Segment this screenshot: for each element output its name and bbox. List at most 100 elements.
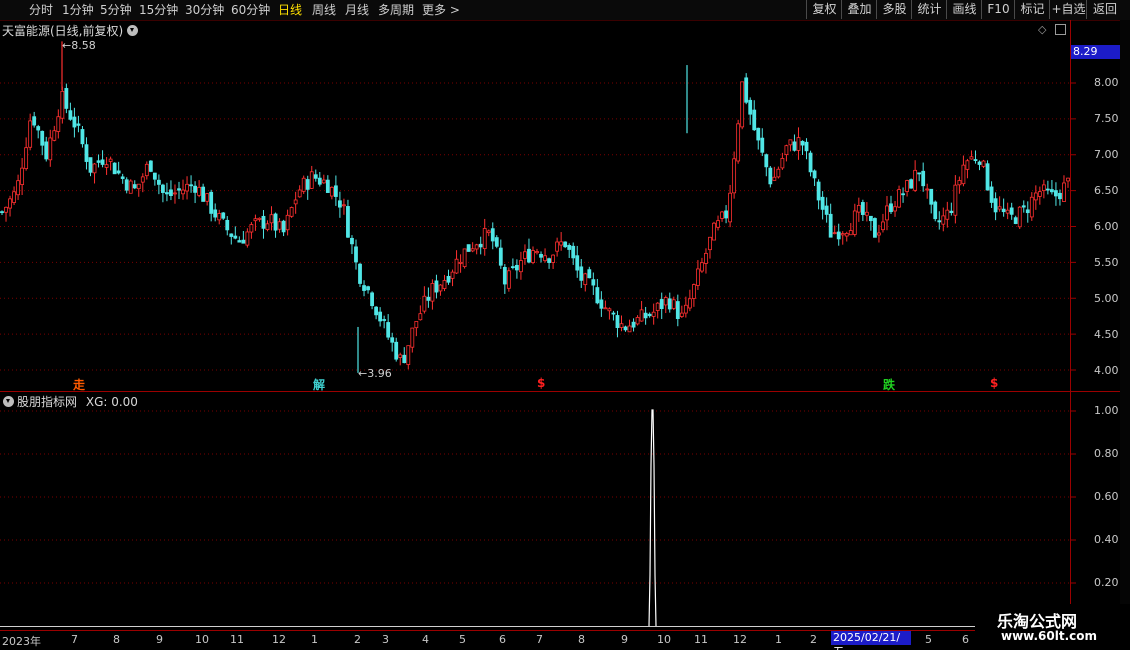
candle-body bbox=[309, 171, 314, 189]
candle-body bbox=[136, 183, 141, 190]
candle-body bbox=[68, 110, 73, 120]
candle-body bbox=[981, 160, 986, 167]
candle-body bbox=[354, 246, 358, 263]
candle-body bbox=[490, 228, 495, 242]
candle-body bbox=[953, 184, 958, 216]
candle-body bbox=[60, 90, 65, 119]
candle-body bbox=[728, 192, 732, 223]
chevron-down-icon[interactable] bbox=[127, 25, 139, 36]
candle-body bbox=[189, 184, 193, 187]
candle-body bbox=[329, 186, 334, 197]
candle-body bbox=[418, 313, 423, 321]
candle-body bbox=[24, 147, 29, 170]
candle-body bbox=[52, 130, 57, 141]
time-tick: 5 bbox=[925, 633, 932, 646]
candle-body bbox=[185, 183, 189, 192]
candle-body bbox=[820, 196, 825, 210]
candle-body bbox=[828, 213, 833, 238]
candle-body bbox=[844, 232, 849, 237]
candle-body bbox=[181, 189, 185, 195]
candle-body bbox=[410, 327, 415, 348]
candle-body bbox=[909, 179, 914, 189]
time-tick: 8 bbox=[578, 633, 585, 646]
candle-body bbox=[675, 301, 680, 319]
candle-body bbox=[615, 315, 620, 328]
candle-body bbox=[48, 137, 53, 161]
diamond-icon[interactable]: ◇ bbox=[1038, 23, 1046, 36]
candle-body bbox=[555, 241, 560, 252]
candle-body bbox=[398, 354, 403, 358]
candle-body bbox=[482, 228, 487, 250]
candle-body bbox=[627, 325, 632, 333]
chevron-down-icon[interactable] bbox=[3, 396, 14, 407]
candle-body bbox=[993, 198, 998, 213]
candle-body bbox=[486, 230, 491, 234]
candle-body bbox=[595, 287, 600, 304]
candle-body bbox=[961, 164, 966, 185]
candle-body bbox=[350, 237, 354, 245]
candle-body bbox=[989, 186, 994, 203]
candle-body bbox=[144, 163, 149, 177]
candle-body bbox=[342, 204, 346, 207]
candle-body bbox=[88, 157, 93, 173]
candle-body bbox=[696, 268, 700, 286]
candle-body bbox=[973, 159, 978, 162]
time-tick: 8 bbox=[113, 633, 120, 646]
candle-body bbox=[531, 250, 535, 263]
candle-body bbox=[667, 298, 672, 310]
candle-body bbox=[571, 245, 576, 259]
candle-body bbox=[671, 299, 676, 309]
candle-body bbox=[921, 170, 926, 187]
candle-body bbox=[386, 322, 391, 338]
time-tick: 2023年 bbox=[2, 635, 41, 648]
candle-body bbox=[325, 179, 330, 193]
candle-body bbox=[873, 218, 877, 238]
candle-body bbox=[297, 189, 302, 198]
time-tick: 5 bbox=[459, 633, 466, 646]
candle-body bbox=[173, 192, 177, 195]
candle-body bbox=[748, 99, 753, 115]
time-tick: 7 bbox=[536, 633, 543, 646]
candle-body bbox=[225, 219, 230, 231]
candle-body bbox=[816, 181, 821, 201]
time-tick: 2 bbox=[810, 633, 817, 646]
candle-body bbox=[104, 164, 109, 168]
candle-body bbox=[1025, 209, 1030, 214]
candle-body bbox=[740, 81, 745, 128]
candle-body bbox=[796, 137, 801, 151]
candle-body bbox=[434, 280, 439, 293]
candle-body bbox=[784, 145, 789, 156]
candle-body bbox=[374, 306, 379, 316]
price-chart[interactable] bbox=[0, 0, 1130, 650]
candle-body bbox=[317, 177, 322, 185]
candle-body bbox=[366, 286, 370, 291]
candle-body bbox=[901, 193, 905, 196]
candle-body bbox=[56, 116, 61, 132]
candle-body bbox=[623, 326, 628, 331]
candle-body bbox=[611, 312, 616, 315]
candle-body bbox=[527, 248, 531, 263]
candle-body bbox=[32, 116, 37, 126]
window-icon[interactable] bbox=[1055, 24, 1066, 35]
candle-body bbox=[579, 266, 584, 281]
candle-body bbox=[836, 231, 841, 240]
candle-body bbox=[535, 251, 539, 254]
candle-body bbox=[128, 180, 133, 194]
candle-body bbox=[985, 163, 990, 191]
candle-body bbox=[965, 160, 970, 170]
candle-body bbox=[716, 220, 720, 228]
candle-body bbox=[257, 217, 262, 220]
candle-body bbox=[1037, 191, 1042, 197]
candle-body bbox=[0, 211, 4, 214]
candle-body bbox=[687, 298, 692, 309]
candle-body bbox=[764, 154, 769, 168]
time-tick: 12 bbox=[733, 633, 747, 646]
candle-body bbox=[148, 160, 153, 172]
candle-body bbox=[502, 266, 507, 285]
candle-body bbox=[587, 269, 592, 279]
candle-body bbox=[430, 283, 435, 302]
candle-body bbox=[92, 163, 97, 174]
candle-body bbox=[848, 230, 853, 236]
candle-body bbox=[438, 284, 443, 292]
time-tick: 11 bbox=[230, 633, 244, 646]
